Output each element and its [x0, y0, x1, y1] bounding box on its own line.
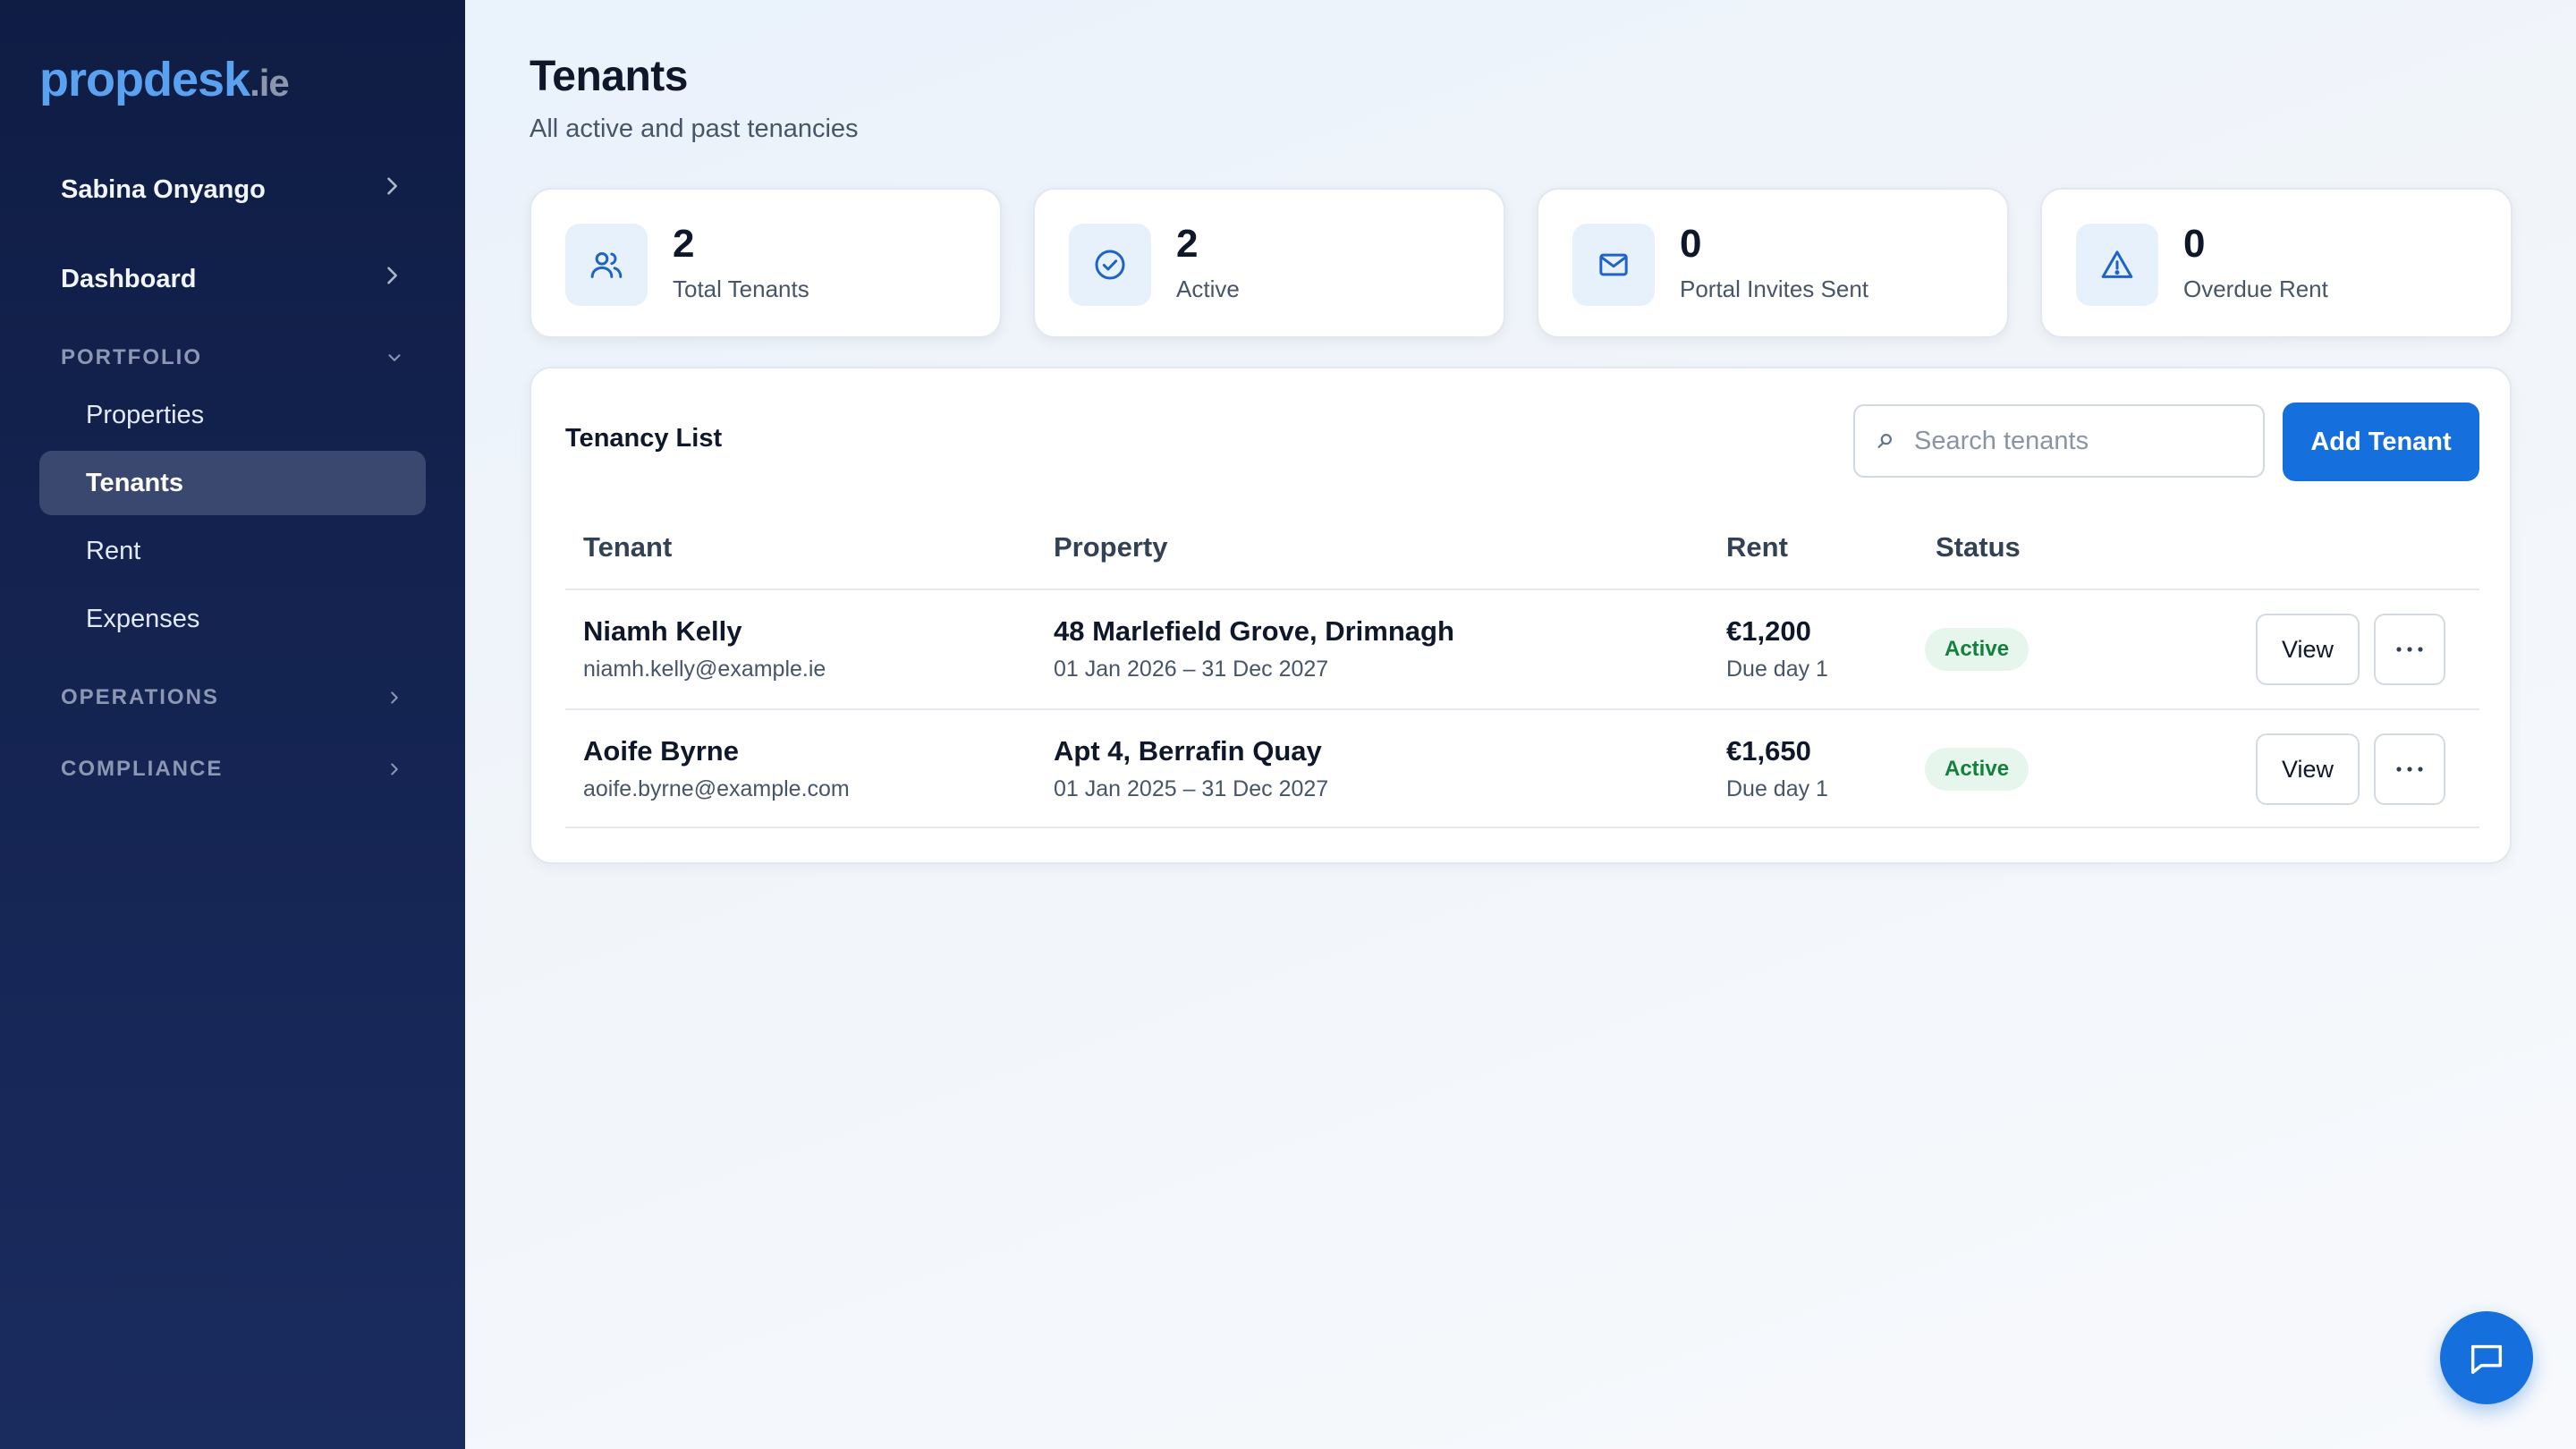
rent-amount: €1,200: [1726, 615, 1811, 647]
more-actions-button[interactable]: [2374, 614, 2445, 685]
chevron-right-icon: [379, 174, 404, 206]
stat-card-portal-invites: 0 Portal Invites Sent: [1537, 188, 2009, 338]
tenant-email: aoife.byrne@example.com: [583, 776, 850, 801]
stat-label: Active: [1176, 275, 1240, 302]
users-icon: [565, 224, 648, 306]
column-header-status[interactable]: Status: [1936, 531, 2021, 564]
stat-value: 2: [673, 222, 695, 266]
property-name[interactable]: Apt 4, Berrafin Quay: [1054, 735, 1322, 767]
stat-value: 0: [1680, 222, 1702, 266]
sidebar-item-label: Dashboard: [61, 264, 197, 293]
mail-icon: [1572, 224, 1655, 306]
rent-due-day: Due day 1: [1726, 776, 1828, 801]
page-title: Tenants: [530, 53, 688, 100]
rent-amount: €1,650: [1726, 735, 1811, 767]
sidebar-item-label: Tenants: [86, 468, 184, 497]
rent-due-day: Due day 1: [1726, 657, 1828, 682]
user-name: Sabina Onyango: [61, 174, 266, 204]
stat-card-total-tenants: 2 Total Tenants: [530, 188, 1002, 338]
add-tenant-button[interactable]: Add Tenant: [2283, 402, 2479, 481]
chevron-right-icon: [379, 263, 404, 295]
status-badge: Active: [1925, 748, 2029, 791]
sidebar-item-expenses[interactable]: Expenses: [39, 587, 426, 651]
user-menu[interactable]: Sabina Onyango: [39, 157, 426, 222]
tenant-name: Aoife Byrne: [583, 735, 739, 767]
search-icon: [1877, 434, 1892, 448]
chevron-down-icon: [388, 354, 401, 361]
section-label: PORTFOLIO: [61, 345, 202, 369]
tenancy-period: 01 Jan 2026 – 31 Dec 2027: [1054, 657, 1329, 682]
chat-bubble-icon: [2470, 1344, 2503, 1375]
warning-triangle-icon: [2076, 224, 2158, 306]
search-input[interactable]: [1914, 426, 2254, 456]
stat-card-overdue-rent: 0 Overdue Rent: [2040, 188, 2512, 338]
sidebar-section-compliance[interactable]: COMPLIANCE: [39, 748, 426, 791]
stat-value: 0: [2183, 222, 2206, 266]
page-subtitle: All active and past tenancies: [530, 114, 859, 143]
check-circle-icon: [1069, 224, 1151, 306]
column-header-tenant[interactable]: Tenant: [583, 531, 672, 564]
search-box[interactable]: [1853, 404, 2265, 478]
sidebar-item-properties[interactable]: Properties: [39, 383, 426, 447]
tenancy-period: 01 Jan 2025 – 31 Dec 2027: [1054, 776, 1329, 801]
status-badge: Active: [1925, 628, 2029, 671]
view-button[interactable]: View: [2256, 733, 2360, 805]
tenant-email: niamh.kelly@example.ie: [583, 657, 826, 682]
panel-title: Tenancy List: [565, 424, 723, 453]
sidebar-section-portfolio[interactable]: PORTFOLIO: [39, 336, 426, 379]
table-row: Aoife Byrne aoife.byrne@example.com Apt …: [565, 708, 2479, 828]
column-header-property[interactable]: Property: [1054, 531, 1167, 564]
table-row: Niamh Kelly niamh.kelly@example.ie 48 Ma…: [565, 589, 2479, 708]
tenant-name: Niamh Kelly: [583, 615, 742, 647]
view-button[interactable]: View: [2256, 614, 2360, 685]
brand-name: propdesk: [39, 53, 250, 106]
more-horizontal-icon: [2396, 767, 2423, 772]
property-name[interactable]: 48 Marlefield Grove, Drimnagh: [1054, 615, 1454, 648]
sidebar-item-rent[interactable]: Rent: [39, 519, 426, 583]
stat-label: Total Tenants: [673, 275, 809, 302]
stat-value: 2: [1176, 222, 1199, 266]
sidebar-section-operations[interactable]: OPERATIONS: [39, 676, 426, 719]
sidebar-item-label: Expenses: [86, 604, 200, 633]
chevron-right-icon: [391, 763, 398, 775]
more-horizontal-icon: [2396, 647, 2423, 652]
brand-tld: .ie: [250, 62, 290, 104]
stat-label: Portal Invites Sent: [1680, 275, 1868, 302]
sidebar-item-label: Rent: [86, 536, 141, 565]
sidebar: propdesk.ie Sabina Onyango Dashboard POR…: [0, 0, 465, 1449]
sidebar-item-tenants[interactable]: Tenants: [39, 451, 426, 515]
more-actions-button[interactable]: [2374, 733, 2445, 805]
chat-button[interactable]: [2440, 1311, 2533, 1404]
section-label: OPERATIONS: [61, 685, 219, 709]
section-label: COMPLIANCE: [61, 757, 224, 781]
stat-label: Overdue Rent: [2183, 275, 2328, 302]
chevron-right-icon: [391, 691, 398, 704]
brand-logo[interactable]: propdesk.ie: [39, 52, 290, 107]
sidebar-item-dashboard[interactable]: Dashboard: [39, 247, 426, 311]
sidebar-item-label: Properties: [86, 400, 205, 429]
column-header-rent[interactable]: Rent: [1726, 531, 1788, 564]
stat-card-active: 2 Active: [1033, 188, 1505, 338]
tenancy-list-panel: Tenancy List Add Tenant Tenant Property …: [530, 367, 2512, 864]
